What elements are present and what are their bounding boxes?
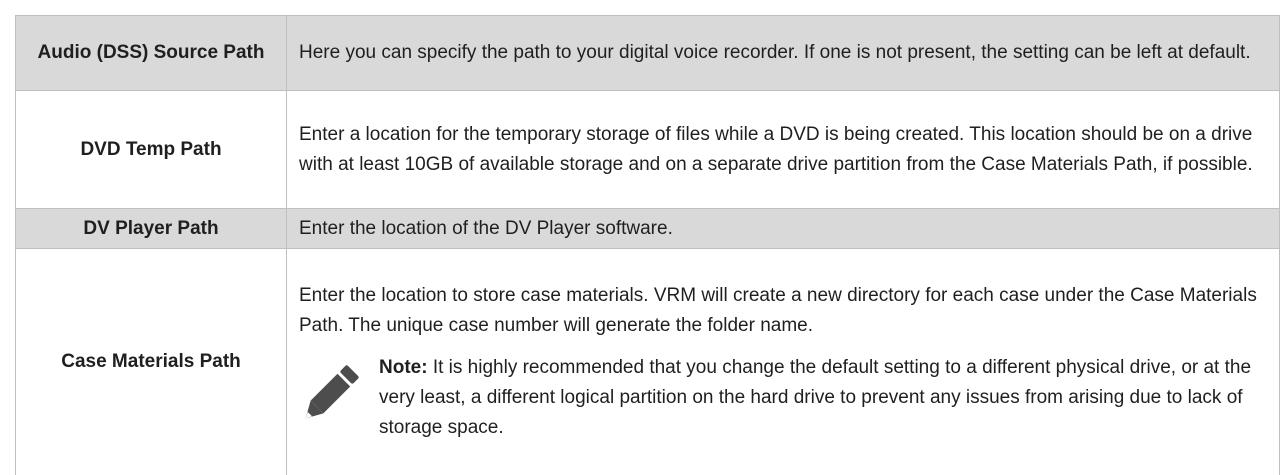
table-row: DVD Temp Path Enter a location for the t…	[15, 90, 1280, 209]
description-text: Enter the location of the DV Player soft…	[299, 217, 673, 239]
table-row: Case Materials Path Enter the location t…	[15, 248, 1280, 475]
description-text: Here you can specify the path to your di…	[299, 42, 1251, 63]
setting-label: Case Materials Path	[15, 248, 287, 475]
note-text: Note: It is highly recommended that you …	[379, 353, 1267, 443]
setting-description: Enter the location of the DV Player soft…	[286, 208, 1280, 249]
table-row: Audio (DSS) Source Path Here you can spe…	[15, 15, 1280, 91]
note-box: Note: It is highly recommended that you …	[299, 353, 1267, 443]
setting-label: DV Player Path	[15, 208, 287, 249]
pencil-icon	[299, 353, 379, 431]
setting-description: Enter a location for the temporary stora…	[286, 90, 1280, 209]
note-body: It is highly recommended that you change…	[379, 356, 1252, 438]
setting-label: DVD Temp Path	[15, 90, 287, 209]
setting-description: Here you can specify the path to your di…	[286, 15, 1280, 91]
settings-table: Audio (DSS) Source Path Here you can spe…	[15, 15, 1280, 475]
setting-description: Enter the location to store case materia…	[286, 248, 1280, 475]
setting-label: Audio (DSS) Source Path	[15, 15, 287, 91]
table-row: DV Player Path Enter the location of the…	[15, 208, 1280, 249]
note-label: Note:	[379, 356, 428, 378]
description-text: Enter the location to store case materia…	[299, 284, 1257, 336]
description-text: Enter a location for the temporary stora…	[299, 123, 1253, 175]
